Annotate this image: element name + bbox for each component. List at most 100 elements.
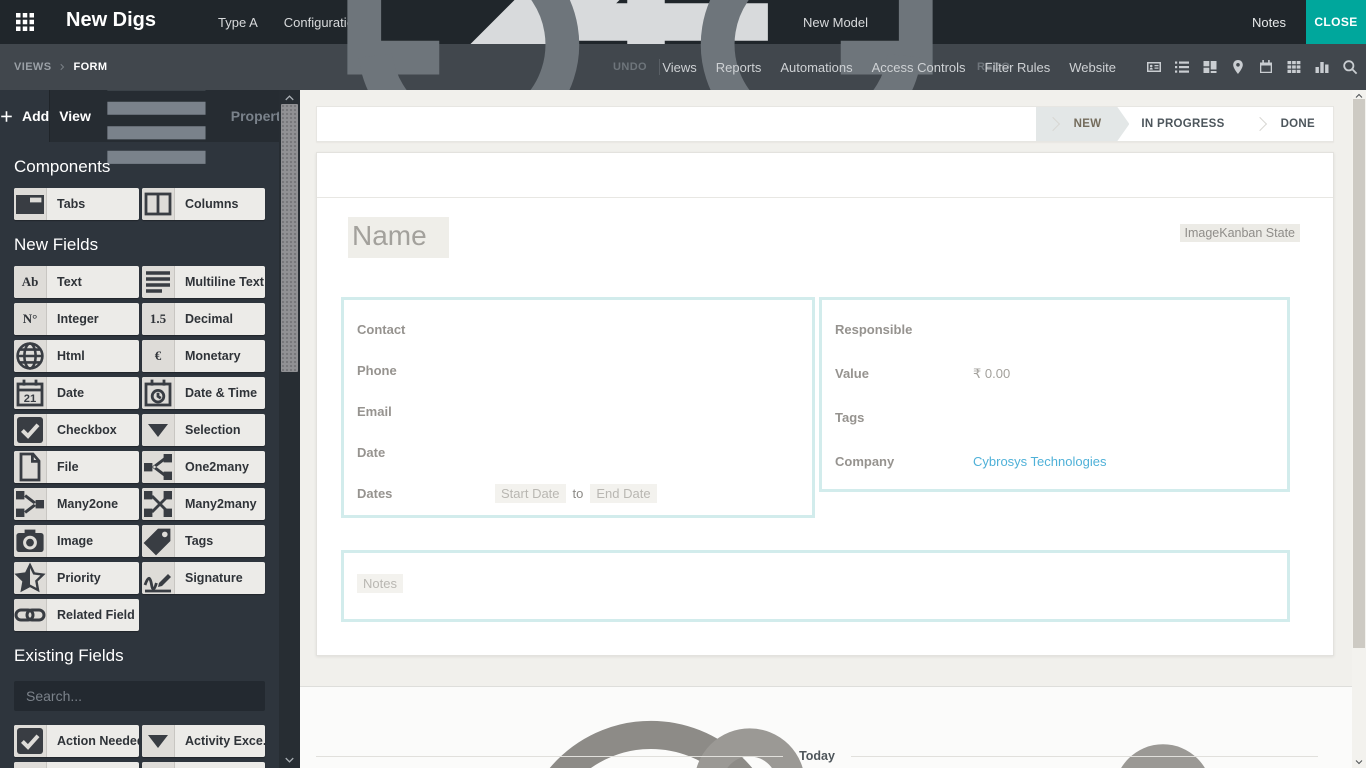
field-row-responsible[interactable]: Responsible	[835, 321, 1274, 338]
field-button[interactable]: One2many	[142, 451, 265, 483]
field-button[interactable]: Html	[14, 340, 139, 372]
sidebar-tab-label: Add	[21, 108, 50, 124]
main-scrollbar[interactable]	[1352, 90, 1366, 768]
start-date-input[interactable]: Start Date	[495, 484, 566, 503]
divider-line	[850, 755, 1319, 757]
field-button-label: Multiline Text	[185, 275, 264, 289]
sidebar-scrollbar-thumb[interactable]	[281, 104, 298, 372]
component-button[interactable]: Columns	[142, 188, 265, 220]
close-studio-button[interactable]: CLOSE	[1306, 0, 1366, 44]
field-button[interactable]: Tags	[142, 525, 265, 557]
calendar-icon: 21	[14, 377, 47, 409]
chevron-down-icon[interactable]	[1354, 758, 1364, 766]
existing-field-button-label: Activity Exce...	[185, 734, 265, 748]
field-row-phone[interactable]: Phone	[357, 362, 799, 379]
editor-tab[interactable]: Filter Rules	[985, 60, 1051, 75]
field-button[interactable]: File	[14, 451, 139, 483]
field-row-dates[interactable]: Dates Start Date to End Date	[357, 484, 799, 503]
existing-fields-search-input[interactable]	[14, 681, 265, 711]
list-view-icon[interactable]	[1174, 59, 1190, 75]
sidebar-tab[interactable]: View	[49, 90, 91, 142]
field-button[interactable]: Checkbox	[14, 414, 139, 446]
chevron-up-icon[interactable]	[283, 93, 296, 103]
field-button-label: Date & Time	[185, 386, 258, 400]
company-link[interactable]: Cybrosys Technologies	[973, 454, 1106, 469]
search-icon[interactable]	[1342, 59, 1358, 75]
field-row-contact[interactable]: Contact	[357, 321, 799, 338]
editor-tab[interactable]: Automations	[780, 60, 852, 75]
field-button[interactable]: Many2one	[14, 488, 139, 520]
editor-tab[interactable]: Access Controls	[872, 60, 966, 75]
field-button-label: Text	[57, 275, 82, 289]
field-button-label: One2many	[185, 460, 249, 474]
field-button[interactable]: Date & Time	[142, 377, 265, 409]
field-button[interactable]: € Monetary	[142, 340, 265, 372]
field-row-tags[interactable]: Tags	[835, 409, 1274, 426]
calendar-view-icon[interactable]	[1258, 59, 1274, 75]
editor-tab[interactable]: Reports	[716, 60, 762, 75]
date-divider: Today	[316, 749, 1319, 763]
pivot-view-icon[interactable]	[1286, 59, 1302, 75]
sidebar-tab[interactable]: Add	[0, 90, 50, 142]
field-button[interactable]: Signature	[142, 562, 265, 594]
kanban-state-field[interactable]: ImageKanban State	[1179, 224, 1300, 242]
camera-icon	[14, 525, 47, 557]
field-label: Contact	[357, 322, 406, 337]
statusbar-step[interactable]: IN PROGRESS	[1123, 107, 1242, 141]
editor-tab[interactable]: Views	[662, 60, 696, 75]
editor-tab[interactable]: Website	[1069, 60, 1116, 75]
name-title-input[interactable]: Name	[348, 217, 449, 258]
existing-field-button[interactable]: Action Needed	[14, 725, 139, 757]
field-button[interactable]: 21 Date	[14, 377, 139, 409]
field-button[interactable]: Priority	[14, 562, 139, 594]
field-label: Email	[357, 404, 392, 419]
main-scrollbar-thumb[interactable]	[1353, 99, 1365, 648]
form-button-box[interactable]	[317, 153, 1333, 198]
form-view-icon[interactable]	[1146, 59, 1162, 75]
field-button-partial[interactable]	[142, 762, 265, 768]
editor-tabs: Views Reports Automations Access Controls Fi…	[662, 60, 1116, 75]
notes-button[interactable]: Notes	[1238, 0, 1300, 44]
statusbar-step[interactable]: NEW	[1036, 107, 1130, 141]
map-view-icon[interactable]	[1230, 59, 1246, 75]
field-button-label: Many2one	[57, 497, 119, 511]
field-button[interactable]: Many2many	[142, 488, 265, 520]
menu-item[interactable]: Type A	[218, 15, 258, 30]
field-button-label: Signature	[185, 571, 243, 585]
breadcrumb-views[interactable]: VIEWS	[14, 61, 51, 73]
field-row-email[interactable]: Email	[357, 403, 799, 420]
component-button-label: Columns	[185, 197, 239, 211]
checkbox-icon	[14, 725, 47, 757]
new-fields-heading: New Fields	[14, 235, 99, 254]
graph-view-icon[interactable]	[1314, 59, 1330, 75]
field-button[interactable]: Selection	[142, 414, 265, 446]
chevron-down-icon[interactable]	[283, 755, 296, 765]
component-button[interactable]: Tabs	[14, 188, 139, 220]
statusbar-step[interactable]: DONE	[1243, 107, 1333, 141]
field-row-company[interactable]: Company Cybrosys Technologies	[835, 453, 1274, 470]
sidebar-tab[interactable]: Properties	[91, 90, 300, 164]
field-button[interactable]: Related Field	[14, 599, 139, 631]
field-label: Value	[835, 366, 869, 381]
field-button[interactable]: N° Integer	[14, 303, 139, 335]
kanban-view-icon[interactable]	[1202, 59, 1218, 75]
end-date-input[interactable]: End Date	[590, 484, 657, 503]
globe-icon	[14, 340, 47, 372]
field-button[interactable]: 1.5 Decimal	[142, 303, 265, 335]
field-row-date[interactable]: Date	[357, 444, 799, 461]
field-row-value[interactable]: Value ₹ 0.00	[835, 365, 1274, 382]
notes-field[interactable]: Notes	[341, 550, 1290, 622]
field-label: Tags	[835, 410, 865, 425]
left-field-group: Contact Phone Email Date Dates Start Dat…	[341, 297, 815, 518]
field-value: ₹ 0.00	[973, 365, 1011, 381]
tabs-icon	[14, 188, 47, 220]
field-button[interactable]: Image	[14, 525, 139, 557]
checkbox-icon	[14, 414, 47, 446]
existing-field-button[interactable]: Activity Exce...	[142, 725, 265, 757]
field-button[interactable]: Ab Text	[14, 266, 139, 298]
field-button[interactable]: Multiline Text	[142, 266, 265, 298]
field-button-partial[interactable]	[14, 762, 139, 768]
apps-menu-icon[interactable]	[16, 13, 34, 31]
field-button-label: Html	[57, 349, 85, 363]
sidebar-scrollbar[interactable]	[279, 90, 300, 768]
